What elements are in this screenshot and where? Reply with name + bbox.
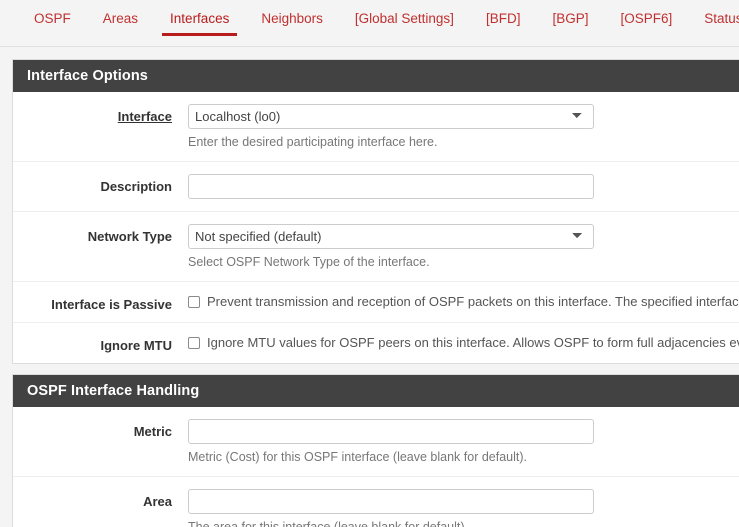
interface-passive-checkbox[interactable] [188, 296, 200, 308]
metric-input[interactable] [188, 419, 594, 444]
page-content: Interface Options Interface Localhost (l… [0, 47, 739, 527]
form-row-interface-passive: Interface is Passive Prevent transmissio… [13, 282, 739, 323]
tab-status[interactable]: Status [688, 0, 739, 38]
tab-label: Areas [102, 11, 139, 26]
tab-label: OSPF [34, 11, 71, 26]
tab-ospf[interactable]: OSPF [18, 0, 87, 38]
form-row-description: Description [13, 162, 739, 212]
tab-label: [BFD] [485, 11, 521, 26]
label-interface: Interface [117, 109, 172, 124]
tab-label: [BGP] [552, 11, 589, 26]
label-description: Description [100, 179, 172, 194]
help-area: The area for this interface (leave blank… [188, 520, 469, 527]
label-area: Area [143, 494, 172, 509]
tab-label: [OSPF6] [620, 11, 673, 26]
help-network-type: Select OSPF Network Type of the interfac… [188, 255, 430, 269]
tab-label: Neighbors [261, 11, 323, 26]
tab-bfd[interactable]: [BFD] [470, 0, 537, 38]
panel-body-ospf-interface-handling: Metric Metric (Cost) for this OSPF inter… [13, 407, 739, 527]
tab-label: Interfaces [170, 11, 230, 26]
interface-passive-description: Prevent transmission and reception of OS… [207, 294, 739, 309]
tab-label: Status [704, 11, 739, 26]
form-row-interface: Interface Localhost (lo0) Enter the desi… [13, 92, 739, 162]
help-metric: Metric (Cost) for this OSPF interface (l… [188, 450, 528, 464]
tab-areas[interactable]: Areas [87, 0, 154, 38]
label-metric: Metric [133, 424, 172, 439]
panel-title-interface-options: Interface Options [13, 60, 739, 92]
form-row-metric: Metric Metric (Cost) for this OSPF inter… [13, 407, 739, 477]
panel-interface-options: Interface Options Interface Localhost (l… [12, 59, 739, 364]
label-ignore-mtu: Ignore MTU [100, 338, 173, 353]
ignore-mtu-description: Ignore MTU values for OSPF peers on this… [207, 335, 739, 350]
tab-label: [Global Settings] [354, 11, 454, 26]
form-row-network-type: Network Type Not specified (default) Sel… [13, 212, 739, 282]
help-interface: Enter the desired participating interfac… [188, 135, 438, 149]
main-tab-bar: OSPF Areas Interfaces Neighbors [Global … [0, 0, 739, 47]
tab-interfaces[interactable]: Interfaces [154, 0, 245, 38]
label-network-type: Network Type [87, 229, 172, 244]
tab-bgp[interactable]: [BGP] [536, 0, 604, 38]
area-input[interactable] [188, 489, 594, 514]
label-interface-passive: Interface is Passive [51, 297, 172, 312]
interface-select[interactable]: Localhost (lo0) [188, 104, 594, 129]
panel-title-ospf-interface-handling: OSPF Interface Handling [13, 375, 739, 407]
tab-neighbors[interactable]: Neighbors [245, 0, 339, 38]
ignore-mtu-checkbox[interactable] [188, 337, 200, 349]
description-input[interactable] [188, 174, 594, 199]
form-row-area: Area The area for this interface (leave … [13, 477, 739, 527]
panel-ospf-interface-handling: OSPF Interface Handling Metric Metric (C… [12, 374, 739, 527]
form-row-ignore-mtu: Ignore MTU Ignore MTU values for OSPF pe… [13, 323, 739, 363]
tab-global-settings[interactable]: [Global Settings] [339, 0, 470, 38]
network-type-select[interactable]: Not specified (default) [188, 224, 594, 249]
tab-ospf6[interactable]: [OSPF6] [604, 0, 688, 38]
panel-body-interface-options: Interface Localhost (lo0) Enter the desi… [13, 92, 739, 363]
